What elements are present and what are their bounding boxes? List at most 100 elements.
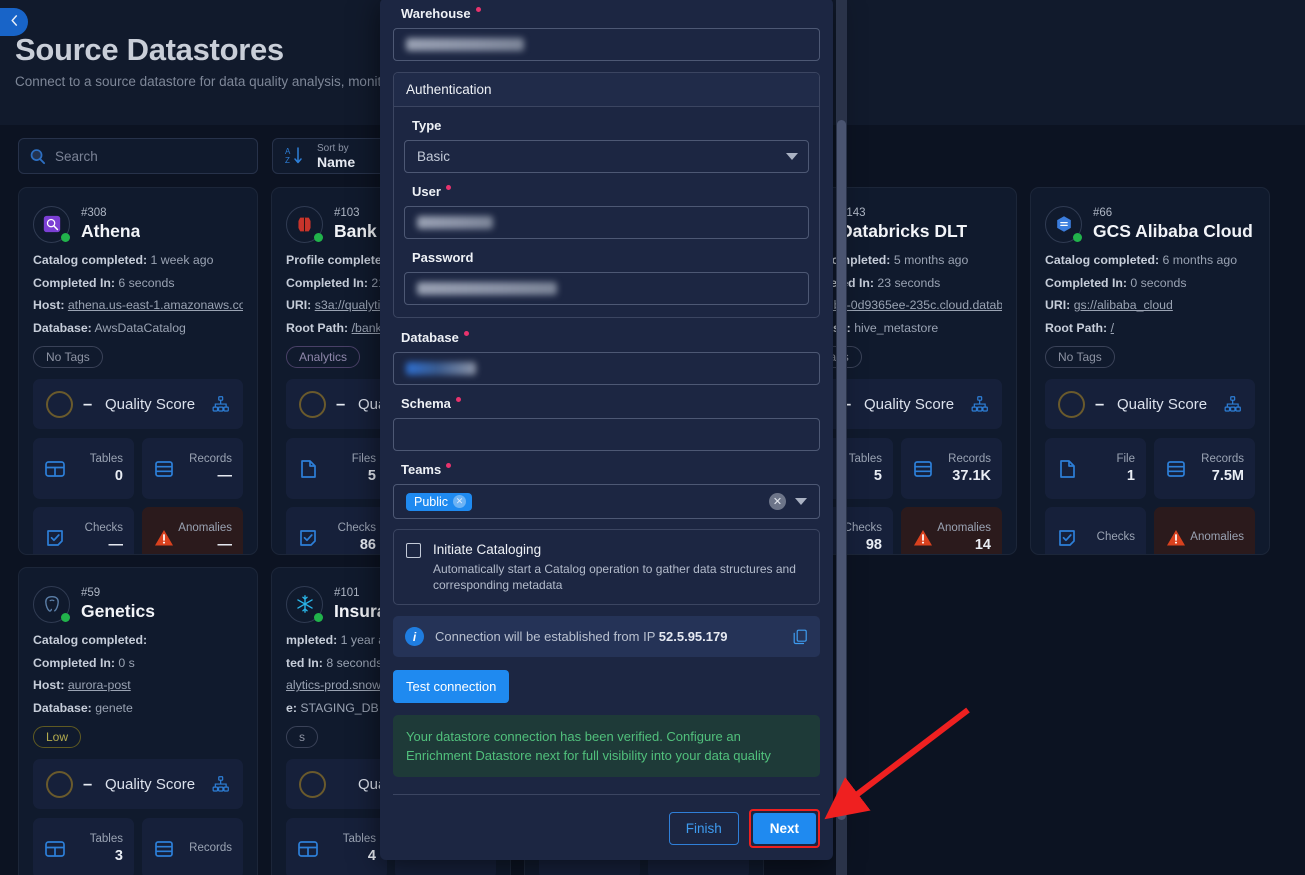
teams-multiselect[interactable]: Public ✕ ✕ xyxy=(393,484,820,519)
card-meta-row: Host: aurora-post xyxy=(33,677,243,695)
clear-all-icon[interactable]: ✕ xyxy=(769,493,786,510)
card-stat-value: — xyxy=(217,468,233,484)
chevron-down-icon[interactable] xyxy=(795,498,807,505)
initiate-cataloging-panel[interactable]: Initiate Cataloging Automatically start … xyxy=(393,529,820,605)
quality-score-value: – xyxy=(336,394,346,413)
quality-score-label: Quality Score xyxy=(105,395,196,413)
files-icon xyxy=(297,458,319,480)
next-button[interactable]: Next xyxy=(752,813,816,844)
card-stat[interactable]: Files 5 xyxy=(286,438,387,499)
card-stat-label: Records xyxy=(948,453,991,465)
card-header: #308 Athena xyxy=(33,201,243,247)
authentication-panel: Authentication Type Basic User Password xyxy=(393,72,820,318)
card-tag[interactable]: s xyxy=(286,726,318,748)
card-stat-label: Tables xyxy=(89,453,123,465)
anomalies-icon xyxy=(1165,527,1187,549)
card-status-dot xyxy=(314,232,323,242)
card-stat[interactable]: Records 7.5M xyxy=(1154,438,1255,499)
modal-body: Warehouse Authentication Type Basic User xyxy=(380,0,833,860)
card-status-dot xyxy=(61,232,70,242)
initiate-cataloging-checkbox[interactable] xyxy=(406,543,421,558)
card-stat-value: 0 xyxy=(114,468,123,484)
sort-by-label: Sort by xyxy=(317,142,349,154)
card-stat[interactable]: Anomalies xyxy=(1154,507,1255,554)
card-meta-label: Profile completed: xyxy=(286,253,394,267)
datastore-card[interactable]: #308 Athena Catalog completed: 1 week ago C… xyxy=(18,187,258,555)
card-meta-link[interactable]: s3a://qualytic xyxy=(315,298,387,312)
user-input[interactable] xyxy=(404,206,809,239)
card-stat[interactable]: Checks xyxy=(1045,507,1146,554)
card-stat-value: 5 xyxy=(367,468,376,484)
card-stat[interactable]: Tables 4 xyxy=(286,818,387,875)
card-name: Athena xyxy=(81,221,141,241)
connection-success-message: Your datastore connection has been verif… xyxy=(393,715,820,777)
quality-score-ring xyxy=(299,390,326,418)
quality-score-label: Quality Score xyxy=(1117,395,1208,413)
test-connection-button[interactable]: Test connection xyxy=(393,670,510,703)
chip-close-icon[interactable]: ✕ xyxy=(453,495,467,508)
card-stat[interactable]: Anomalies 14 xyxy=(901,507,1002,554)
records-icon xyxy=(153,838,175,860)
card-id: #59 xyxy=(81,587,101,599)
copy-icon[interactable] xyxy=(793,629,808,645)
password-input[interactable] xyxy=(404,272,809,305)
lineage-icon[interactable] xyxy=(1223,395,1242,414)
card-stat-value: — xyxy=(108,537,124,553)
card-stat[interactable]: Records — xyxy=(142,438,243,499)
card-tag[interactable]: Low xyxy=(33,726,82,748)
card-meta-label: URI: xyxy=(1045,298,1071,312)
type-label: Type xyxy=(412,118,442,133)
search-box[interactable] xyxy=(18,138,258,174)
app-root: Source Datastores Connect to a source da… xyxy=(0,0,1305,875)
card-quality-score[interactable]: –Quality Score xyxy=(33,759,243,809)
sort-az-icon: A Z xyxy=(285,146,305,166)
tables-icon xyxy=(297,838,319,860)
warehouse-input[interactable] xyxy=(393,28,820,61)
card-meta-row: Catalog completed: 1 week ago xyxy=(33,252,243,270)
card-stat[interactable]: Checks — xyxy=(33,507,134,554)
card-meta-label: Root Path: xyxy=(1045,320,1108,335)
datastore-card[interactable]: #59 Genetics Catalog completed: Completed … xyxy=(18,567,258,875)
database-input[interactable] xyxy=(393,352,820,385)
team-chip-public[interactable]: Public ✕ xyxy=(406,492,473,511)
quality-score-label: Quality Score xyxy=(864,395,955,413)
card-meta-row: Host: athena.us-east-1.amazonaws.com xyxy=(33,297,243,315)
card-stat[interactable]: File 1 xyxy=(1045,438,1146,499)
password-value-redacted xyxy=(417,282,557,295)
connection-ip-info-bar: i Connection will be established from IP… xyxy=(393,616,820,657)
page-title: Source Datastores xyxy=(15,32,284,67)
card-stat[interactable]: Anomalies — xyxy=(142,507,243,554)
sort-by-value: Name xyxy=(317,153,356,170)
card-stat[interactable]: Tables 3 xyxy=(33,818,134,875)
card-meta-link[interactable]: aurora-post xyxy=(68,678,131,692)
finish-button[interactable]: Finish xyxy=(668,812,739,845)
card-stat-label: Tables xyxy=(89,833,123,845)
card-meta-label: Completed In: xyxy=(33,655,115,670)
card-meta-link[interactable]: athena.us-east-1.amazonaws.com xyxy=(68,298,243,312)
card-quality-score[interactable]: –Quality Score xyxy=(33,379,243,429)
card-quality-score[interactable]: –Quality Score xyxy=(1045,379,1255,429)
teams-label: Teams xyxy=(401,462,820,477)
card-tag[interactable]: Analytics xyxy=(286,346,361,368)
card-stat[interactable]: Records 37.1K xyxy=(901,438,1002,499)
card-tag[interactable]: No Tags xyxy=(1045,346,1115,368)
card-tag[interactable]: No Tags xyxy=(33,346,103,368)
lineage-icon[interactable] xyxy=(970,395,989,414)
card-stat[interactable]: Checks 86 xyxy=(286,507,387,554)
schema-input[interactable] xyxy=(393,418,820,451)
lineage-icon[interactable] xyxy=(211,775,230,794)
card-meta-link[interactable]: dbc-0d9365ee-235c.cloud.databr… xyxy=(827,298,1002,312)
search-input[interactable] xyxy=(55,148,247,164)
card-meta-link[interactable]: gs://alibaba_cloud xyxy=(1074,298,1173,312)
lineage-icon[interactable] xyxy=(211,395,230,414)
modal-scrollbar-thumb[interactable] xyxy=(837,120,846,820)
card-stat[interactable]: Tables 0 xyxy=(33,438,134,499)
card-meta-row: Completed In: 0 seconds xyxy=(1045,275,1255,293)
datastore-card[interactable]: #66 GCS Alibaba Cloud Catalog completed: 6… xyxy=(1030,187,1270,555)
card-meta-label: Completed In: xyxy=(1045,275,1127,290)
modal-scrollbar[interactable] xyxy=(836,0,847,875)
card-stat[interactable]: Records xyxy=(142,818,243,875)
card-meta-link[interactable]: / xyxy=(1111,321,1114,335)
type-select[interactable]: Basic xyxy=(404,140,809,173)
chevron-left-icon xyxy=(9,13,20,31)
